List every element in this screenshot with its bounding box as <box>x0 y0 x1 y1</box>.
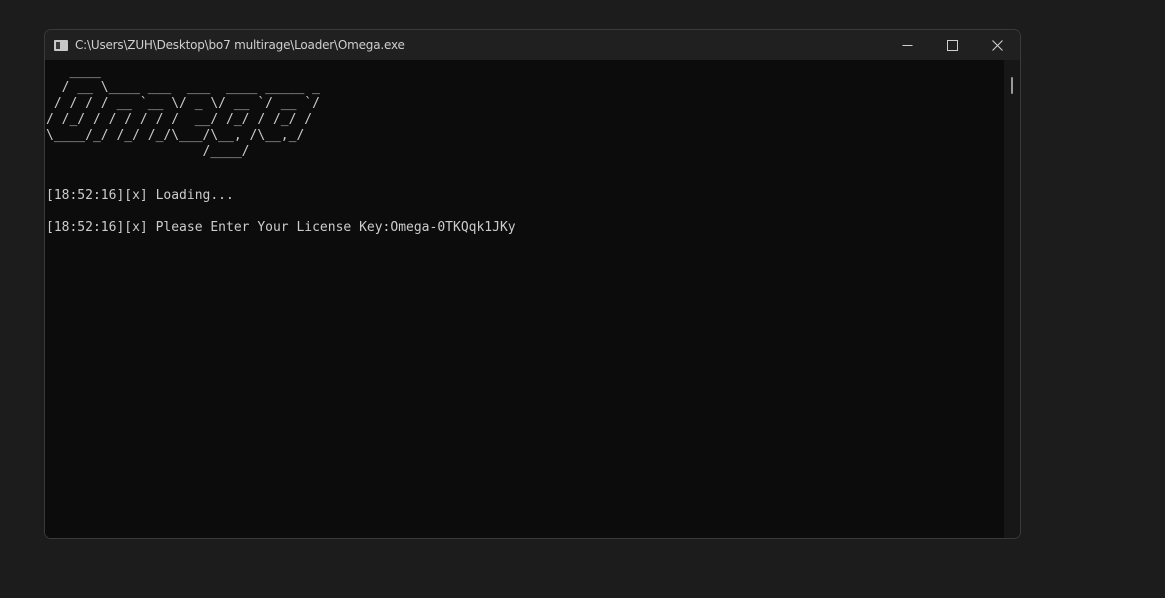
ascii-logo: ____ / __ \____ ___ ___ ____ _____ _ / /… <box>46 64 320 159</box>
maximize-button[interactable] <box>930 30 975 60</box>
minimize-button[interactable] <box>885 30 930 60</box>
title-bar[interactable]: C:\Users\ZUH\Desktop\bo7 multirage\Loade… <box>45 30 1020 60</box>
window-title: C:\Users\ZUH\Desktop\bo7 multirage\Loade… <box>75 38 405 52</box>
console-line-license-prompt[interactable]: [18:52:16][x] Please Enter Your License … <box>46 220 516 236</box>
minimize-icon <box>902 44 913 46</box>
console-app-icon <box>54 39 68 51</box>
console-output[interactable]: ____ / __ \____ ___ ___ ____ _____ _ / /… <box>45 60 1005 538</box>
vertical-scrollbar[interactable] <box>1004 60 1020 538</box>
maximize-icon <box>947 39 958 51</box>
close-icon <box>992 39 1003 51</box>
window-controls <box>885 30 1020 60</box>
console-line-loading: [18:52:16][x] Loading... <box>46 188 234 203</box>
console-window: C:\Users\ZUH\Desktop\bo7 multirage\Loade… <box>44 29 1021 539</box>
scrollbar-thumb[interactable] <box>1011 77 1013 94</box>
close-button[interactable] <box>975 30 1020 60</box>
